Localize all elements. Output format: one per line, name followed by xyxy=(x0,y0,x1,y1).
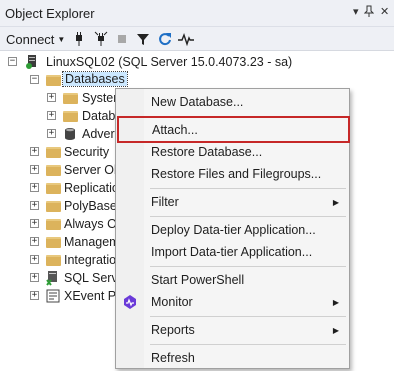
menu-item-monitor[interactable]: Monitor ▶ xyxy=(117,291,348,313)
connect-button[interactable]: Connect ▼ xyxy=(6,31,65,47)
tree-node-label: PolyBase xyxy=(64,199,117,213)
tree-node-label: XEvent Pr xyxy=(64,289,121,303)
menu-item-deploy-data-tier[interactable]: Deploy Data-tier Application... xyxy=(117,219,348,241)
submenu-arrow-icon: ▶ xyxy=(332,297,339,307)
folder-icon xyxy=(46,183,61,194)
monitor-icon xyxy=(122,294,138,313)
folder-icon xyxy=(63,111,78,122)
folder-icon xyxy=(46,147,61,158)
tree-node-label: Datab xyxy=(82,109,116,123)
expand-icon[interactable]: + xyxy=(30,237,39,246)
menu-separator xyxy=(150,344,346,345)
filter-icon[interactable] xyxy=(137,31,149,47)
menu-item-label: Filter xyxy=(151,195,179,209)
disconnect-icon[interactable] xyxy=(94,31,108,47)
server-label: LinuxSQL02 (SQL Server 15.0.4073.23 - sa… xyxy=(46,55,293,69)
menu-item-label: Deploy Data-tier Application... xyxy=(151,223,316,237)
expand-icon[interactable]: + xyxy=(47,129,56,138)
folder-icon xyxy=(46,201,61,212)
menu-item-label: Start PowerShell xyxy=(151,273,245,287)
menu-item-label: Monitor xyxy=(151,295,193,309)
tree-node-label: Integratio xyxy=(64,253,117,267)
folder-icon xyxy=(46,219,61,230)
tree-node-label: Security xyxy=(64,145,110,159)
tree-node-label: Replicatio xyxy=(64,181,119,195)
xevent-profiler-icon xyxy=(46,288,60,307)
submenu-arrow-icon: ▶ xyxy=(332,197,339,207)
menu-item-attach[interactable]: Attach... xyxy=(117,116,350,143)
expand-icon[interactable]: + xyxy=(30,273,39,282)
expand-icon[interactable]: + xyxy=(30,165,39,174)
menu-item-filter[interactable]: Filter ▶ xyxy=(117,191,348,213)
close-icon[interactable]: ✕ xyxy=(380,5,389,18)
expand-icon[interactable]: + xyxy=(30,291,39,300)
menu-item-label: Reports xyxy=(151,323,195,337)
databases-label: Databases xyxy=(62,71,128,87)
menu-separator xyxy=(150,216,346,217)
chevron-down-icon: ▼ xyxy=(57,34,66,44)
object-explorer-toolbar: Connect ▼ xyxy=(0,27,394,51)
sql-agent-icon xyxy=(46,270,60,289)
expand-icon[interactable]: + xyxy=(30,255,39,264)
object-explorer-titlebar: Object Explorer ▾ ✕ xyxy=(0,0,394,27)
pin-icon[interactable] xyxy=(363,5,375,20)
expand-icon[interactable]: + xyxy=(30,183,39,192)
menu-separator xyxy=(150,266,346,267)
expand-icon[interactable]: + xyxy=(30,219,39,228)
activity-monitor-icon[interactable] xyxy=(178,31,194,47)
menu-item-label: Restore Database... xyxy=(151,145,263,159)
menu-item-label: Restore Files and Filegroups... xyxy=(151,167,322,181)
menu-item-label: Attach... xyxy=(152,122,198,137)
tree-node-label: Managem xyxy=(64,235,120,249)
folder-icon xyxy=(46,75,61,86)
panel-title: Object Explorer xyxy=(5,6,95,21)
folder-icon xyxy=(46,255,61,266)
folder-icon xyxy=(46,165,61,176)
menu-separator xyxy=(150,188,346,189)
menu-item-reports[interactable]: Reports ▶ xyxy=(117,319,348,341)
folder-icon xyxy=(46,237,61,248)
database-icon xyxy=(63,126,77,145)
refresh-icon[interactable] xyxy=(158,31,172,47)
menu-item-restore-files-filegroups[interactable]: Restore Files and Filegroups... xyxy=(117,163,348,185)
expand-icon[interactable]: + xyxy=(30,201,39,210)
window-position-dropdown-icon[interactable]: ▾ xyxy=(353,5,359,18)
connect-label: Connect xyxy=(6,31,55,47)
expand-icon[interactable]: + xyxy=(47,111,56,120)
menu-item-refresh[interactable]: Refresh xyxy=(117,347,348,369)
stop-icon xyxy=(117,31,127,47)
expand-icon[interactable]: + xyxy=(30,147,39,156)
folder-icon xyxy=(63,93,78,104)
menu-item-label: Import Data-tier Application... xyxy=(151,245,313,259)
menu-item-restore-database[interactable]: Restore Database... xyxy=(117,141,348,163)
databases-context-menu: New Database... Attach... Restore Databa… xyxy=(115,88,350,369)
tree-node-label: Always Or xyxy=(64,217,121,231)
submenu-arrow-icon: ▶ xyxy=(332,325,339,335)
menu-item-label: New Database... xyxy=(151,95,244,109)
menu-item-start-powershell[interactable]: Start PowerShell xyxy=(117,269,348,291)
tree-node-label: Syster xyxy=(82,91,118,105)
tree-node-label: Adver xyxy=(82,127,115,141)
menu-item-new-database[interactable]: New Database... xyxy=(117,91,348,113)
collapse-icon[interactable]: − xyxy=(30,75,39,84)
connect-icon[interactable] xyxy=(73,31,85,47)
menu-item-label: Refresh xyxy=(151,351,195,365)
expand-icon[interactable]: + xyxy=(47,93,56,102)
menu-separator xyxy=(150,316,346,317)
server-icon xyxy=(24,54,40,73)
collapse-icon[interactable]: − xyxy=(8,57,17,66)
menu-item-import-data-tier[interactable]: Import Data-tier Application... xyxy=(117,241,348,263)
